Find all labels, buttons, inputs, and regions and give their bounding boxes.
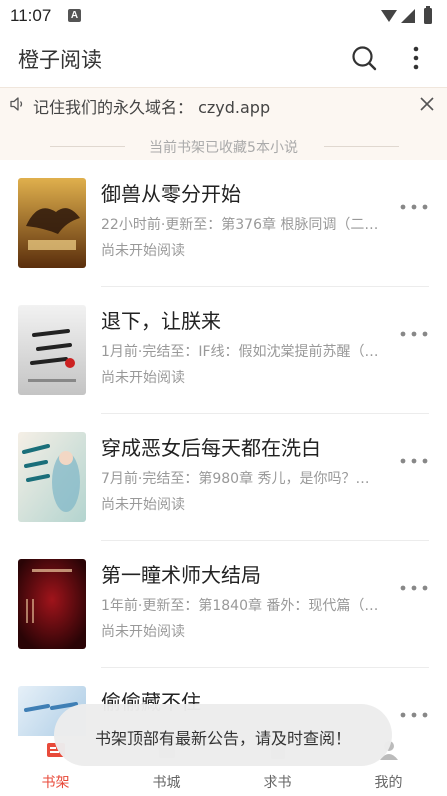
book-cover[interactable] bbox=[18, 305, 86, 395]
book-progress: 尚未开始阅读 bbox=[101, 497, 185, 513]
book-progress: 尚未开始阅读 bbox=[101, 370, 185, 386]
book-progress: 尚未开始阅读 bbox=[101, 624, 185, 640]
book-item[interactable]: 御兽从零分开始 22小时前·更新至：第376章 根脉同调（二… 尚未开始阅读 bbox=[0, 160, 447, 287]
nav-label: 我的 bbox=[374, 775, 403, 791]
notification-icon: A bbox=[68, 9, 81, 22]
wifi-icon bbox=[381, 10, 397, 22]
toast-message: 书架顶部有最新公告，请及时查阅！ bbox=[54, 704, 392, 766]
shelf-summary-text: 当前书架已收藏5本小说 bbox=[149, 140, 298, 156]
book-update: 1月前·完结至：IF线：假如沈棠提前苏醒（… bbox=[101, 344, 379, 360]
more-horizontal-icon[interactable] bbox=[398, 327, 430, 341]
signal-icon bbox=[401, 9, 415, 23]
notice-bar: 记住我们的永久域名： czyd.app bbox=[0, 87, 447, 120]
book-cover[interactable] bbox=[18, 178, 86, 268]
book-title[interactable]: 御兽从零分开始 bbox=[101, 178, 241, 207]
app-title: 橙子阅读 bbox=[18, 48, 102, 72]
speaker-icon bbox=[10, 97, 23, 111]
book-title[interactable]: 第一瞳术师大结局 bbox=[101, 559, 261, 588]
more-horizontal-icon[interactable] bbox=[398, 708, 430, 722]
search-icon[interactable] bbox=[350, 44, 378, 72]
book-item[interactable]: 穿成恶女后每天都在洗白 7月前·完结至：第980章 秀儿，是你吗？… 尚未开始阅… bbox=[0, 414, 447, 541]
nav-label: 书城 bbox=[152, 775, 181, 791]
book-title[interactable]: 退下，让朕来 bbox=[101, 305, 221, 334]
shelf-summary: 当前书架已收藏5本小说 bbox=[0, 120, 447, 160]
book-cover[interactable] bbox=[18, 559, 86, 649]
more-horizontal-icon[interactable] bbox=[398, 454, 430, 468]
book-title[interactable]: 穿成恶女后每天都在洗白 bbox=[101, 432, 321, 461]
more-vertical-icon[interactable] bbox=[404, 44, 428, 72]
book-cover[interactable] bbox=[18, 432, 86, 522]
close-icon[interactable] bbox=[419, 96, 435, 112]
book-item[interactable]: 第一瞳术师大结局 1年前·更新至：第1840章 番外：现代篇（… 尚未开始阅读 bbox=[0, 541, 447, 668]
status-time: 11:07 bbox=[10, 6, 52, 25]
status-icons bbox=[381, 6, 432, 24]
divider bbox=[324, 146, 399, 147]
toast-text: 书架顶部有最新公告，请及时查阅！ bbox=[94, 729, 351, 748]
more-horizontal-icon[interactable] bbox=[398, 200, 430, 214]
battery-icon bbox=[424, 8, 432, 24]
status-bar: 11:07 A bbox=[0, 0, 447, 32]
book-update: 7月前·完结至：第980章 秀儿，是你吗？… bbox=[101, 471, 370, 487]
nav-label: 求书 bbox=[263, 775, 292, 791]
book-item[interactable]: 退下，让朕来 1月前·完结至：IF线：假如沈棠提前苏醒（… 尚未开始阅读 bbox=[0, 287, 447, 414]
nav-label: 书架 bbox=[41, 775, 70, 791]
book-update: 1年前·更新至：第1840章 番外：现代篇（… bbox=[101, 598, 379, 614]
more-horizontal-icon[interactable] bbox=[398, 581, 430, 595]
book-progress: 尚未开始阅读 bbox=[101, 243, 185, 259]
notice-text: 记住我们的永久域名： czyd.app bbox=[33, 98, 271, 117]
book-update: 22小时前·更新至：第376章 根脉同调（二… bbox=[101, 217, 379, 233]
app-bar: 橙子阅读 bbox=[0, 32, 447, 87]
